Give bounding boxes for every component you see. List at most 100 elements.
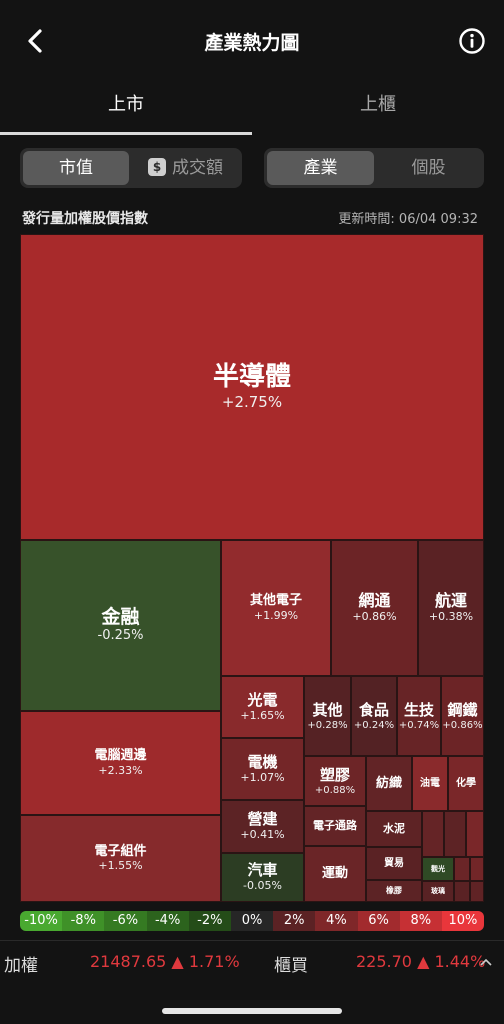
color-legend: -10% -8% -6% -4% -2% 0% 2% 4% 6% 8% 10% (20, 911, 484, 931)
cell-change-pct: +0.38% (428, 610, 474, 624)
treemap-cell[interactable]: 其他電子 +1.99% (221, 540, 331, 676)
treemap-cell[interactable] (466, 811, 484, 857)
treemap-cell[interactable]: 半導體 +2.75% (20, 234, 484, 540)
legend-step: -2% (188, 911, 231, 931)
treemap-cell[interactable]: 玻璃 (422, 881, 454, 902)
coin-icon: $ (148, 158, 166, 176)
cell-industry-name: 玻璃 (431, 887, 445, 896)
treemap-cell[interactable]: 航運 +0.38% (418, 540, 484, 676)
cell-industry-name: 航運 (434, 591, 467, 611)
cell-change-pct: -0.05% (243, 879, 282, 893)
cell-industry-name: 油電 (420, 777, 440, 789)
treemap-cell[interactable]: 網通 +0.86% (331, 540, 418, 676)
cell-industry-name: 電機 (247, 752, 278, 771)
cell-change-pct: +1.55% (98, 859, 143, 873)
tab-otc[interactable]: 上櫃 (252, 80, 504, 136)
legend-step: -6% (104, 911, 147, 931)
cell-industry-name: 金融 (101, 605, 140, 628)
treemap-cell[interactable] (470, 881, 484, 902)
treemap-cell[interactable]: 電子組件 +1.55% (20, 815, 221, 902)
treemap-cell[interactable]: 電機 +1.07% (221, 738, 304, 800)
treemap-cell[interactable]: 食品 +0.24% (351, 676, 397, 756)
toggle-market-cap[interactable]: 市值 (23, 151, 129, 185)
treemap-cell[interactable] (454, 857, 470, 881)
treemap-cell[interactable]: 觀光 (422, 857, 454, 881)
cell-change-pct: +0.86% (442, 719, 483, 731)
treemap-cell[interactable]: 紡織 (366, 756, 412, 811)
cell-change-pct: +0.28% (307, 719, 348, 731)
legend-step: 2% (273, 911, 316, 931)
toggle-stock[interactable]: 個股 (376, 151, 481, 185)
treemap-cell[interactable]: 光電 +1.65% (221, 676, 304, 738)
toggle-turnover[interactable]: $ 成交額 (132, 151, 239, 185)
treemap-cell[interactable]: 生技 +0.74% (397, 676, 441, 756)
legend-step: -4% (146, 911, 189, 931)
cell-industry-name: 鋼鐵 (447, 700, 478, 719)
index-title: 發行量加權股價指數 (22, 211, 148, 227)
industry-treemap: 半導體 +2.75% 金融 -0.25% 其他電子 +1.99% 網通 +0.86% 航運 +0.… (20, 234, 484, 902)
cell-industry-name: 電腦週邊 (94, 748, 147, 764)
cell-industry-name: 網通 (358, 591, 391, 611)
cell-change-pct: +0.24% (353, 719, 395, 731)
cell-industry-name: 其他電子 (249, 593, 302, 609)
treemap-cell[interactable]: 塑膠 +0.88% (304, 756, 366, 806)
treemap-cell[interactable]: 運動 (304, 846, 366, 902)
treemap-cell[interactable]: 貿易 (366, 847, 422, 880)
view-toggle: 產業 個股 (264, 148, 484, 188)
tab-listed[interactable]: 上市 (0, 80, 252, 136)
page-title: 產業熱力圖 (204, 32, 300, 54)
treemap-cell[interactable] (422, 811, 444, 857)
cell-industry-name: 食品 (358, 700, 389, 719)
index-header: 發行量加權股價指數 更新時間: 06/04 09:32 (20, 204, 484, 232)
treemap-cell[interactable]: 橡膠 (366, 880, 422, 902)
treemap-cell[interactable]: 化學 (448, 756, 484, 811)
cell-industry-name: 汽車 (247, 861, 278, 880)
treemap-cell[interactable] (470, 857, 484, 881)
legend-step: 4% (315, 911, 358, 931)
cell-change-pct: +1.99% (253, 608, 299, 622)
cell-change-pct: +0.74% (398, 719, 440, 731)
info-icon[interactable] (458, 27, 486, 55)
legend-step: 8% (399, 911, 442, 931)
cell-industry-name: 觀光 (431, 864, 445, 873)
treemap-cell[interactable] (454, 881, 470, 902)
measure-toggle: 市值 $ 成交額 (20, 148, 242, 188)
update-time: 更新時間: 06/04 09:32 (338, 212, 478, 227)
active-tab-indicator (0, 132, 252, 135)
cell-industry-name: 運動 (321, 866, 348, 882)
cell-change-pct: +2.75% (221, 392, 283, 411)
toggle-turnover-label: 成交額 (172, 158, 223, 178)
legend-step: -8% (62, 911, 105, 931)
treemap-cell[interactable] (444, 811, 466, 857)
cell-industry-name: 生技 (403, 700, 434, 719)
cell-change-pct: +1.65% (240, 708, 285, 722)
taiex-value: 21487.65 ▲ 1.71% (90, 952, 240, 971)
cell-change-pct: +0.86% (352, 610, 397, 624)
header-bar: 產業熱力圖 (0, 0, 504, 80)
legend-step: -10% (20, 911, 63, 931)
taiex-label: 加權 (4, 956, 38, 976)
cell-industry-name: 電子通路 (313, 819, 357, 833)
cell-industry-name: 半導體 (212, 361, 291, 392)
chevron-up-icon[interactable] (480, 958, 492, 966)
toggle-industry[interactable]: 產業 (267, 151, 374, 185)
treemap-cell[interactable]: 金融 -0.25% (20, 540, 221, 711)
cell-industry-name: 貿易 (384, 857, 404, 869)
cell-industry-name: 光電 (247, 690, 278, 709)
index-ticker-bar[interactable]: 加權 21487.65 ▲ 1.71% 櫃買 225.70 ▲ 1.44% (0, 940, 504, 984)
cell-industry-name: 橡膠 (386, 886, 402, 896)
cell-change-pct: -0.25% (97, 628, 144, 644)
cell-industry-name: 水泥 (383, 822, 405, 836)
cell-industry-name: 化學 (456, 777, 476, 789)
treemap-cell[interactable]: 營建 +0.41% (221, 800, 304, 853)
treemap-cell[interactable]: 汽車 -0.05% (221, 853, 304, 902)
legend-step: 6% (357, 911, 400, 931)
treemap-cell[interactable]: 電腦週邊 +2.33% (20, 711, 221, 815)
treemap-cell[interactable]: 鋼鐵 +0.86% (441, 676, 484, 756)
treemap-cell[interactable]: 水泥 (366, 811, 422, 847)
treemap-cell[interactable]: 油電 (412, 756, 448, 811)
treemap-cell[interactable]: 其他 +0.28% (304, 676, 351, 756)
treemap-cell[interactable]: 電子通路 (304, 806, 366, 846)
market-tabs: 上市 上櫃 (0, 80, 504, 136)
legend-step: 10% (441, 911, 484, 931)
